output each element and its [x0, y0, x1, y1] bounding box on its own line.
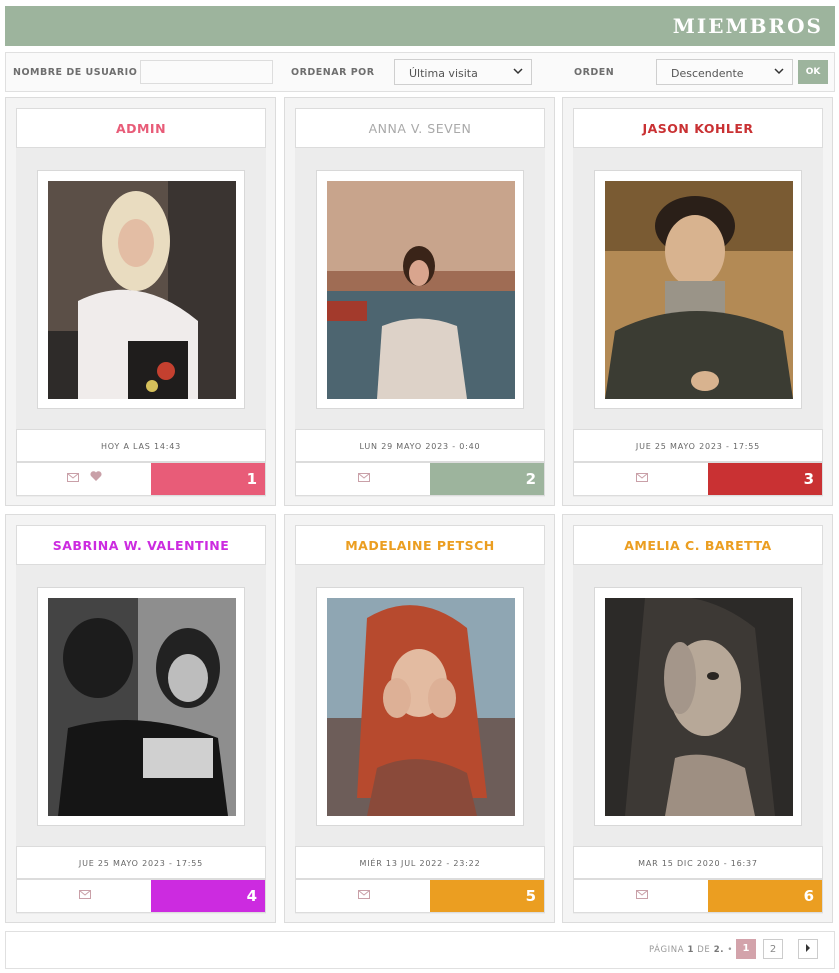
- member-actions: [17, 880, 152, 912]
- member-actions: [574, 880, 709, 912]
- avatar-frame: [594, 170, 802, 409]
- avatar-frame: [37, 587, 245, 826]
- avatar[interactable]: [605, 598, 793, 816]
- member-card-footer: 3: [573, 462, 823, 496]
- page-1-button[interactable]: 1: [736, 939, 756, 959]
- avatar-frame: [316, 170, 524, 409]
- member-card: ADMIN HOY A LAS 14:43 1: [5, 97, 276, 506]
- mail-icon[interactable]: [357, 472, 370, 485]
- avatar[interactable]: [605, 181, 793, 399]
- last-visit-date: MAR 15 DIC 2020 - 16:37: [573, 846, 823, 879]
- member-rank-badge: 1: [151, 463, 265, 495]
- sort-label: ORDENAR POR: [291, 67, 375, 78]
- last-visit-date: LUN 29 MAYO 2023 - 0:40: [295, 429, 545, 462]
- page-2-button[interactable]: 2: [763, 939, 783, 959]
- member-name-link[interactable]: AMELIA C. BARETTA: [573, 525, 823, 565]
- member-name-link[interactable]: SABRINA W. VALENTINE: [16, 525, 266, 565]
- mail-icon[interactable]: [635, 472, 648, 485]
- sort-select[interactable]: Última visita: [394, 59, 532, 85]
- avatar[interactable]: [327, 181, 515, 399]
- avatar-frame: [316, 587, 524, 826]
- member-name-link[interactable]: ADMIN: [16, 108, 266, 148]
- member-actions: [17, 463, 152, 495]
- member-actions: [296, 880, 431, 912]
- next-arrow-icon: [805, 944, 811, 954]
- page-bullet: •: [727, 945, 733, 955]
- avatar[interactable]: [327, 598, 515, 816]
- member-name-link[interactable]: JASON KOHLER: [573, 108, 823, 148]
- member-card: AMELIA C. BARETTA MAR 15 DIC 2020 - 16:3…: [562, 514, 833, 923]
- last-visit-date: JUE 25 MAYO 2023 - 17:55: [16, 846, 266, 879]
- avatar[interactable]: [48, 598, 236, 816]
- order-select-value: Descendente: [671, 67, 744, 80]
- order-select[interactable]: Descendente: [656, 59, 793, 85]
- member-actions: [296, 463, 431, 495]
- member-card-footer: 2: [295, 462, 545, 496]
- page-total: 2.: [713, 945, 725, 955]
- username-label: NOMBRE DE USUARIO: [13, 67, 138, 78]
- last-visit-date: JUE 25 MAYO 2023 - 17:55: [573, 429, 823, 462]
- page-of: DE: [697, 945, 711, 955]
- member-card-footer: 5: [295, 879, 545, 913]
- member-name-link[interactable]: ANNA V. SEVEN: [295, 108, 545, 148]
- mail-icon[interactable]: [635, 889, 648, 902]
- page-current: 1: [687, 945, 694, 955]
- member-card: SABRINA W. VALENTINE JUE 25 MAYO 2023 - …: [5, 514, 276, 923]
- avatar-frame: [594, 587, 802, 826]
- member-card: MADELAINE PETSCH MIÉR 13 JUL 2022 - 23:2…: [284, 514, 555, 923]
- member-card: ANNA V. SEVEN LUN 29 MAYO 2023 - 0:40 2: [284, 97, 555, 506]
- chevron-down-icon: [774, 65, 784, 80]
- page-header: MIEMBROS: [5, 6, 835, 46]
- page-indicator: PÁGINA 1 DE 2. •: [649, 945, 733, 955]
- ok-button[interactable]: OK: [798, 60, 828, 84]
- mail-icon[interactable]: [67, 472, 80, 485]
- pagination: PÁGINA 1 DE 2. • 1 2: [5, 931, 835, 969]
- page-prefix: PÁGINA: [649, 945, 685, 955]
- member-actions: [574, 463, 709, 495]
- sort-select-value: Última visita: [409, 67, 478, 80]
- page-title: MIEMBROS: [672, 14, 823, 38]
- last-visit-date: HOY A LAS 14:43: [16, 429, 266, 462]
- member-card: JASON KOHLER JUE 25 MAYO 2023 - 17:55 3: [562, 97, 833, 506]
- member-card-footer: 6: [573, 879, 823, 913]
- heart-icon[interactable]: [90, 471, 102, 485]
- member-card-footer: 4: [16, 879, 266, 913]
- member-rank-badge: 2: [430, 463, 544, 495]
- member-filter-bar: NOMBRE DE USUARIO ORDENAR POR Última vis…: [5, 52, 835, 92]
- last-visit-date: MIÉR 13 JUL 2022 - 23:22: [295, 846, 545, 879]
- member-name-link[interactable]: MADELAINE PETSCH: [295, 525, 545, 565]
- member-rank-badge: 5: [430, 880, 544, 912]
- username-input[interactable]: [140, 60, 273, 84]
- member-rank-badge: 3: [708, 463, 822, 495]
- order-label: ORDEN: [574, 67, 615, 78]
- member-card-footer: 1: [16, 462, 266, 496]
- next-page-button[interactable]: [798, 939, 818, 959]
- avatar[interactable]: [48, 181, 236, 399]
- mail-icon[interactable]: [78, 889, 91, 902]
- avatar-frame: [37, 170, 245, 409]
- mail-icon[interactable]: [357, 889, 370, 902]
- chevron-down-icon: [513, 65, 523, 80]
- member-rank-badge: 6: [708, 880, 822, 912]
- member-rank-badge: 4: [151, 880, 265, 912]
